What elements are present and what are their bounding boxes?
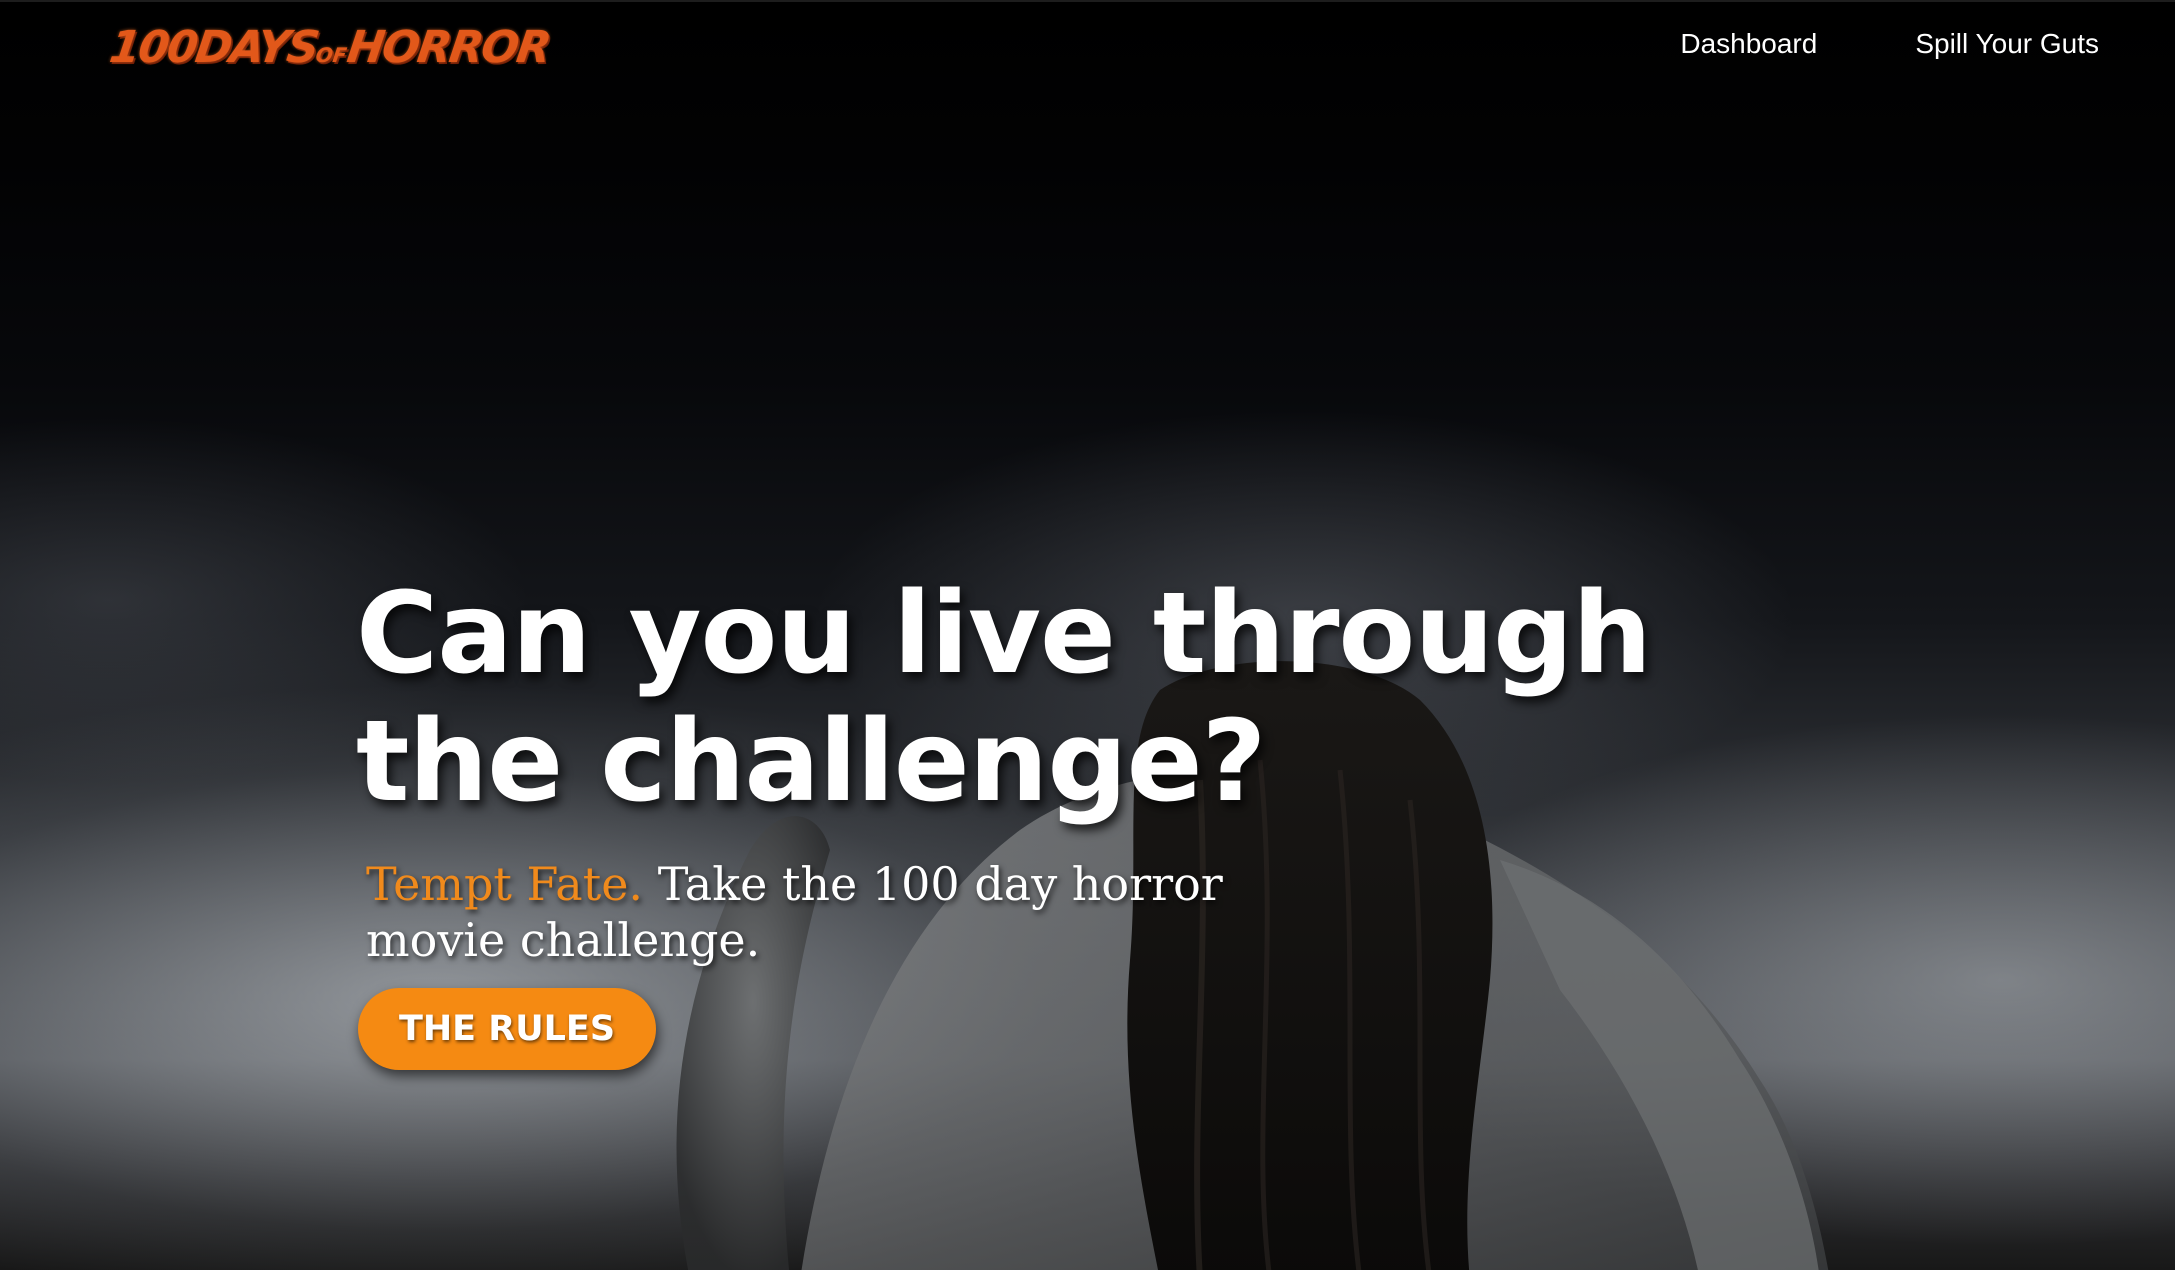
main-nav: Dashboard Spill Your Guts	[1680, 28, 2099, 60]
top-navigation-bar: 100DAYSOFHORROR Dashboard Spill Your Gut…	[0, 0, 2175, 90]
nav-link-dashboard[interactable]: Dashboard	[1680, 28, 1817, 60]
logo-text-of: OF	[314, 43, 349, 67]
logo-text-end: HORROR	[344, 22, 553, 73]
nav-link-spill-your-guts[interactable]: Spill Your Guts	[1915, 28, 2099, 60]
the-rules-button[interactable]: THE RULES	[358, 988, 657, 1070]
hero-tagline: Tempt Fate. Take the 100 day horror movi…	[366, 856, 1366, 968]
site-logo[interactable]: 100DAYSOFHORROR	[106, 22, 552, 73]
tagline-accent: Tempt Fate.	[366, 857, 644, 911]
hero-section: Can you live through the challenge? Temp…	[356, 570, 1656, 1070]
landing-page: 100DAYSOFHORROR Dashboard Spill Your Gut…	[0, 0, 2175, 1270]
hero-headline: Can you live through the challenge?	[356, 569, 1652, 827]
logo-text-main: 100DAYS	[106, 22, 321, 73]
